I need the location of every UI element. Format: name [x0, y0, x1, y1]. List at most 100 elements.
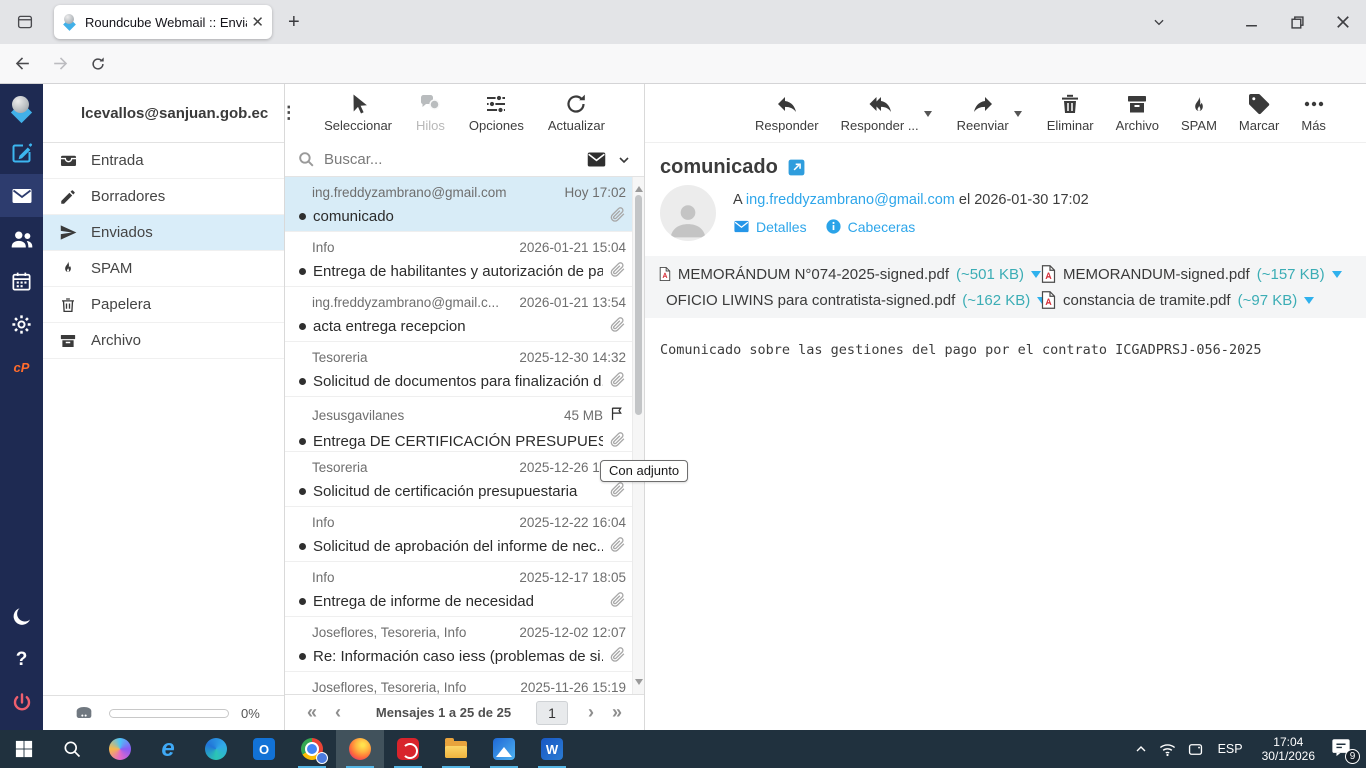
tab-overview-icon[interactable] — [10, 7, 40, 37]
tab-close-icon[interactable]: ✕ — [251, 13, 264, 31]
options-button[interactable]: Opciones — [469, 92, 524, 133]
taskbar-word-icon[interactable]: W — [528, 730, 576, 768]
select-button[interactable]: Seleccionar — [324, 92, 392, 133]
last-page-button[interactable]: » — [604, 702, 630, 723]
taskbar-acrobat-icon[interactable] — [384, 730, 432, 768]
message-row[interactable]: ing.freddyzambrano@gmail.com Hoy 17:02 co… — [285, 177, 632, 232]
scrollbar-thumb[interactable] — [635, 195, 642, 415]
folder-spam[interactable]: SPAM — [43, 251, 284, 287]
threads-button[interactable]: Hilos — [416, 92, 445, 133]
reply-icon — [777, 97, 796, 112]
tab-list-chevron-icon[interactable] — [1142, 0, 1176, 44]
scroll-down-arrow[interactable] — [635, 679, 643, 689]
cursor-icon — [353, 94, 367, 114]
message-row[interactable]: Info 2026-01-21 15:04 Entrega de habilita… — [285, 232, 632, 287]
headers-link[interactable]: Cabeceras — [825, 218, 915, 235]
folder-papelera[interactable]: Papelera — [43, 287, 284, 323]
attachment-menu-caret-icon[interactable] — [1304, 297, 1315, 309]
compose-icon[interactable] — [0, 131, 43, 174]
new-tab-button[interactable]: + — [288, 11, 300, 34]
message-row[interactable]: Jesusgavilanes 45 MB Entrega DE CERTIFICA… — [285, 397, 632, 452]
recipient-email-link[interactable]: ing.freddyzambrano@gmail.com — [746, 192, 955, 208]
taskbar-copilot-icon[interactable] — [96, 730, 144, 768]
archive-button[interactable]: Archivo — [1116, 92, 1159, 133]
attachment-item[interactable]: constancia de tramite.pdf (~97 KB) — [1041, 291, 1352, 309]
taskbar-outlook-icon[interactable]: O — [240, 730, 288, 768]
reply-all-button[interactable]: Responder ... — [841, 92, 932, 133]
help-icon[interactable]: ? — [0, 638, 43, 681]
taskbar-search-icon[interactable] — [48, 730, 96, 768]
restore-button[interactable] — [1274, 0, 1320, 44]
settings-icon[interactable] — [0, 303, 43, 346]
attachment-menu-caret-icon[interactable] — [1031, 271, 1041, 283]
message-row[interactable]: Info 2025-12-17 18:05 Entrega de informe … — [285, 562, 632, 617]
search-input[interactable] — [324, 151, 586, 168]
language-indicator[interactable]: ESP — [1214, 742, 1247, 756]
cpanel-icon[interactable]: cP — [0, 346, 43, 389]
attachment-item[interactable]: MEMORANDUM-signed.pdf (~157 KB) — [1041, 265, 1352, 283]
message-row[interactable]: Tesoreria 2025-12-30 14:32 Solicitud de d… — [285, 342, 632, 397]
forward-icon[interactable] — [44, 48, 76, 80]
attachment-icon — [609, 431, 626, 452]
taskbar-chrome-icon[interactable] — [288, 730, 336, 768]
list-toolbar: Seleccionar Hilos Opciones Actualizar — [285, 84, 644, 143]
clock[interactable]: 17:04 30/1/2026 — [1256, 735, 1321, 763]
roundcube-logo[interactable] — [0, 88, 43, 131]
next-page-button[interactable]: › — [578, 702, 604, 723]
search-scope-mail-icon[interactable] — [586, 149, 607, 170]
page-number-input[interactable]: 1 — [536, 700, 568, 725]
taskbar-photos-icon[interactable] — [480, 730, 528, 768]
message-row[interactable]: Joseflores, Tesoreria, Info 2025-12-02 12… — [285, 617, 632, 672]
forward-button[interactable]: Reenviar — [957, 92, 1022, 133]
unread-dot — [299, 653, 306, 660]
search-options-chevron-icon[interactable] — [616, 152, 632, 168]
tray-chevron-up-icon[interactable] — [1133, 741, 1149, 757]
reply-button[interactable]: Responder — [755, 92, 819, 133]
forward-caret-icon[interactable] — [1013, 111, 1022, 121]
logout-power-icon[interactable] — [0, 681, 43, 724]
spam-button[interactable]: SPAM — [1181, 92, 1217, 133]
open-in-new-window-icon[interactable] — [787, 158, 806, 177]
taskbar-firefox-icon[interactable] — [336, 730, 384, 768]
notification-center-icon[interactable]: 9 — [1330, 737, 1360, 764]
message-row[interactable]: Joseflores, Tesoreria, Info 2025-11-26 15… — [285, 672, 632, 694]
close-window-button[interactable] — [1320, 0, 1366, 44]
delete-button[interactable]: Eliminar — [1047, 92, 1094, 133]
more-button[interactable]: Más — [1301, 92, 1326, 133]
mail-icon[interactable] — [0, 174, 43, 217]
taskbar-internet-explorer-icon[interactable]: e — [144, 730, 192, 768]
start-button[interactable] — [0, 730, 48, 768]
refresh-button[interactable]: Actualizar — [548, 92, 605, 133]
message-row[interactable]: Info 2025-12-22 16:04 Solicitud de aproba… — [285, 507, 632, 562]
taskbar-file-explorer-icon[interactable] — [432, 730, 480, 768]
contacts-icon[interactable] — [0, 217, 43, 260]
folder-archivo[interactable]: Archivo — [43, 323, 284, 359]
folder-enviados[interactable]: Enviados — [43, 215, 284, 251]
attachment-item[interactable]: MEMORÁNDUM N°074-2025-signed.pdf (~501 K… — [659, 265, 1041, 283]
list-scrollbar[interactable] — [632, 177, 644, 694]
minimize-button[interactable] — [1228, 0, 1274, 44]
attachment-item[interactable]: OFICIO LIWINS para contratista-signed.pd… — [659, 291, 1048, 309]
mark-button[interactable]: Marcar — [1239, 92, 1279, 133]
first-page-button[interactable]: « — [299, 702, 325, 723]
attachment-menu-caret-icon[interactable] — [1331, 271, 1342, 283]
folder-entrada[interactable]: Entrada — [43, 143, 284, 179]
message-row[interactable]: Tesoreria 2025-12-26 13:13 Solicitud de c… — [285, 452, 632, 507]
calendar-icon[interactable] — [0, 260, 43, 303]
wifi-icon[interactable] — [1158, 740, 1177, 759]
back-icon[interactable] — [6, 48, 38, 80]
taskbar-edge-icon[interactable] — [192, 730, 240, 768]
tag-icon — [1249, 93, 1270, 115]
prev-page-button[interactable]: ‹ — [325, 702, 351, 723]
scroll-up-arrow[interactable] — [635, 182, 643, 192]
delete-trash-icon — [1062, 94, 1079, 113]
folder-borradores[interactable]: Borradores — [43, 179, 284, 215]
details-link[interactable]: Detalles — [733, 218, 807, 235]
message-row[interactable]: ing.freddyzambrano@gmail.c... 2026-01-21 … — [285, 287, 632, 342]
details-envelope-icon — [734, 220, 749, 233]
browser-tab[interactable]: Roundcube Webmail :: Enviados ✕ — [54, 5, 272, 39]
reload-icon[interactable] — [82, 48, 114, 80]
darkmode-moon-icon[interactable] — [0, 595, 43, 638]
tray-device-icon[interactable] — [1186, 740, 1205, 759]
reply-all-caret-icon[interactable] — [923, 111, 932, 121]
